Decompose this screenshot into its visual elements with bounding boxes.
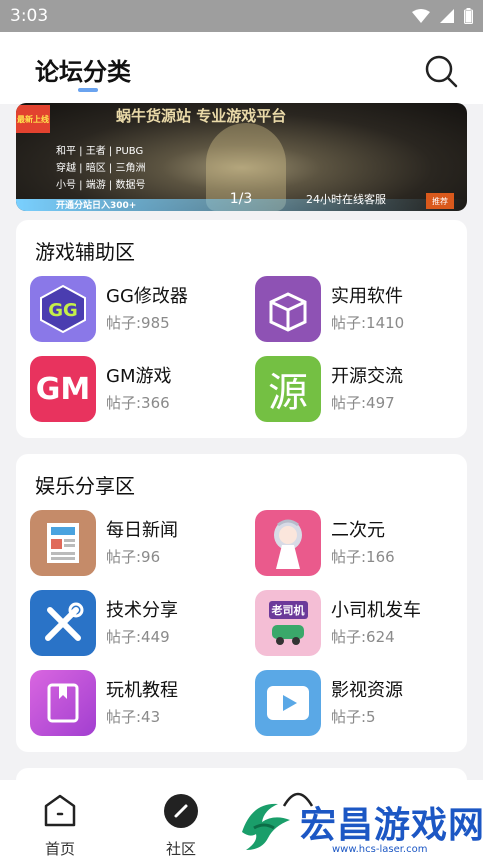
post-count: 帖子:366	[106, 394, 170, 412]
svg-text:GG: GG	[48, 300, 78, 321]
system-icons	[412, 8, 473, 24]
category-driver[interactable]: 老司机 小司机发车 帖子:624	[255, 590, 455, 660]
banner-recommend-badge: 推荐	[426, 193, 454, 209]
category-tech-share[interactable]: 技术分享 帖子:449	[30, 590, 230, 660]
category-gm-games[interactable]: GM GM游戏 帖子:366	[30, 356, 230, 426]
post-count: 帖子:5	[331, 708, 376, 726]
post-count: 帖子:1410	[331, 314, 405, 332]
banner-page-counter: 1/3	[229, 191, 253, 207]
tab-community[interactable]: 社区	[151, 792, 211, 859]
box-icon	[255, 276, 321, 342]
post-count: 帖子:449	[106, 628, 170, 646]
source-icon-text: 源	[268, 370, 308, 416]
category-daily-news[interactable]: 每日新闻 帖子:96	[30, 510, 230, 580]
tab-home[interactable]: 首页	[30, 792, 90, 859]
driver-icon: 老司机	[255, 590, 321, 656]
compass-icon	[164, 794, 198, 828]
post-count: 帖子:96	[106, 548, 161, 566]
book-icon	[30, 670, 96, 736]
driver-icon-text: 老司机	[268, 601, 308, 619]
status-time: 3:03	[10, 6, 49, 26]
category-name: 每日新闻	[106, 520, 178, 541]
category-video-resources[interactable]: 影视资源 帖子:5	[255, 670, 455, 740]
post-count: 帖子:166	[331, 548, 395, 566]
banner-subtitle: 和平 | 王者 | PUBG 穿越 | 暗区 | 三角洲 小号 | 端游 | 数…	[56, 146, 146, 191]
section-entertainment: 娱乐分享区 每日新闻 帖子:96 二次元 帖子:166 技术分享 帖子:449 …	[16, 454, 467, 752]
tab-label: 社区	[165, 840, 196, 858]
wifi-icon	[412, 9, 430, 23]
title-indicator	[78, 88, 98, 92]
category-name: 影视资源	[331, 680, 403, 701]
video-play-icon	[255, 670, 321, 736]
signal-icon	[440, 9, 454, 23]
section-game-assist: 游戏辅助区 GG GG修改器 帖子:985 实用软件 帖子:1410 GM GM…	[16, 220, 467, 438]
post-count: 帖子:43	[106, 708, 161, 726]
post-count: 帖子:624	[331, 628, 395, 646]
dragon-logo-icon	[242, 803, 290, 850]
category-name: 二次元	[331, 520, 385, 541]
banner-right-text: 24小时在线客服	[306, 193, 386, 206]
top-header: 论坛分类	[0, 32, 483, 104]
category-name: 小司机发车	[331, 600, 421, 621]
gm-icon: GM	[30, 356, 96, 422]
home-icon	[44, 794, 76, 827]
category-open-source[interactable]: 源 开源交流 帖子:497	[255, 356, 455, 426]
category-phone-tutorial[interactable]: 玩机教程 帖子:43	[30, 670, 230, 740]
watermark-text: 宏昌游戏网	[300, 805, 483, 846]
category-name: GG修改器	[106, 286, 188, 307]
newspaper-icon	[30, 510, 96, 576]
gm-icon-text: GM	[35, 371, 91, 407]
battery-icon	[464, 8, 473, 24]
category-useful-software[interactable]: 实用软件 帖子:1410	[255, 276, 455, 346]
tools-icon	[30, 590, 96, 656]
category-name: 技术分享	[106, 600, 178, 621]
section-title: 游戏辅助区	[35, 240, 135, 264]
promo-banner[interactable]: 最新上线 蜗牛货源站 专业游戏平台 和平 | 王者 | PUBG 穿越 | 暗区…	[16, 103, 467, 211]
category-name: 实用软件	[331, 286, 403, 307]
source-icon: 源	[255, 356, 321, 422]
section-title: 娱乐分享区	[35, 474, 135, 498]
category-name: 开源交流	[331, 366, 403, 387]
search-icon[interactable]	[424, 54, 458, 88]
post-count: 帖子:497	[331, 394, 395, 412]
banner-bottom-text: 开通分站日入300+	[56, 201, 137, 211]
watermark-url: www.hcs-laser.com	[332, 844, 428, 855]
category-anime[interactable]: 二次元 帖子:166	[255, 510, 455, 580]
anime-girl-icon	[255, 510, 321, 576]
banner-title: 蜗牛货源站 专业游戏平台	[116, 107, 287, 125]
gg-modifier-icon: GG	[30, 276, 96, 342]
banner-tag: 最新上线	[16, 105, 50, 133]
category-name: GM游戏	[106, 366, 172, 387]
tab-label: 首页	[44, 840, 75, 858]
category-name: 玩机教程	[106, 680, 178, 701]
status-bar: 3:03	[0, 0, 483, 32]
post-count: 帖子:985	[106, 314, 170, 332]
category-gg-modifier[interactable]: GG GG修改器 帖子:985	[30, 276, 230, 346]
page-title: 论坛分类	[35, 58, 131, 86]
site-watermark: 宏昌游戏网 www.hcs-laser.com	[232, 790, 483, 860]
